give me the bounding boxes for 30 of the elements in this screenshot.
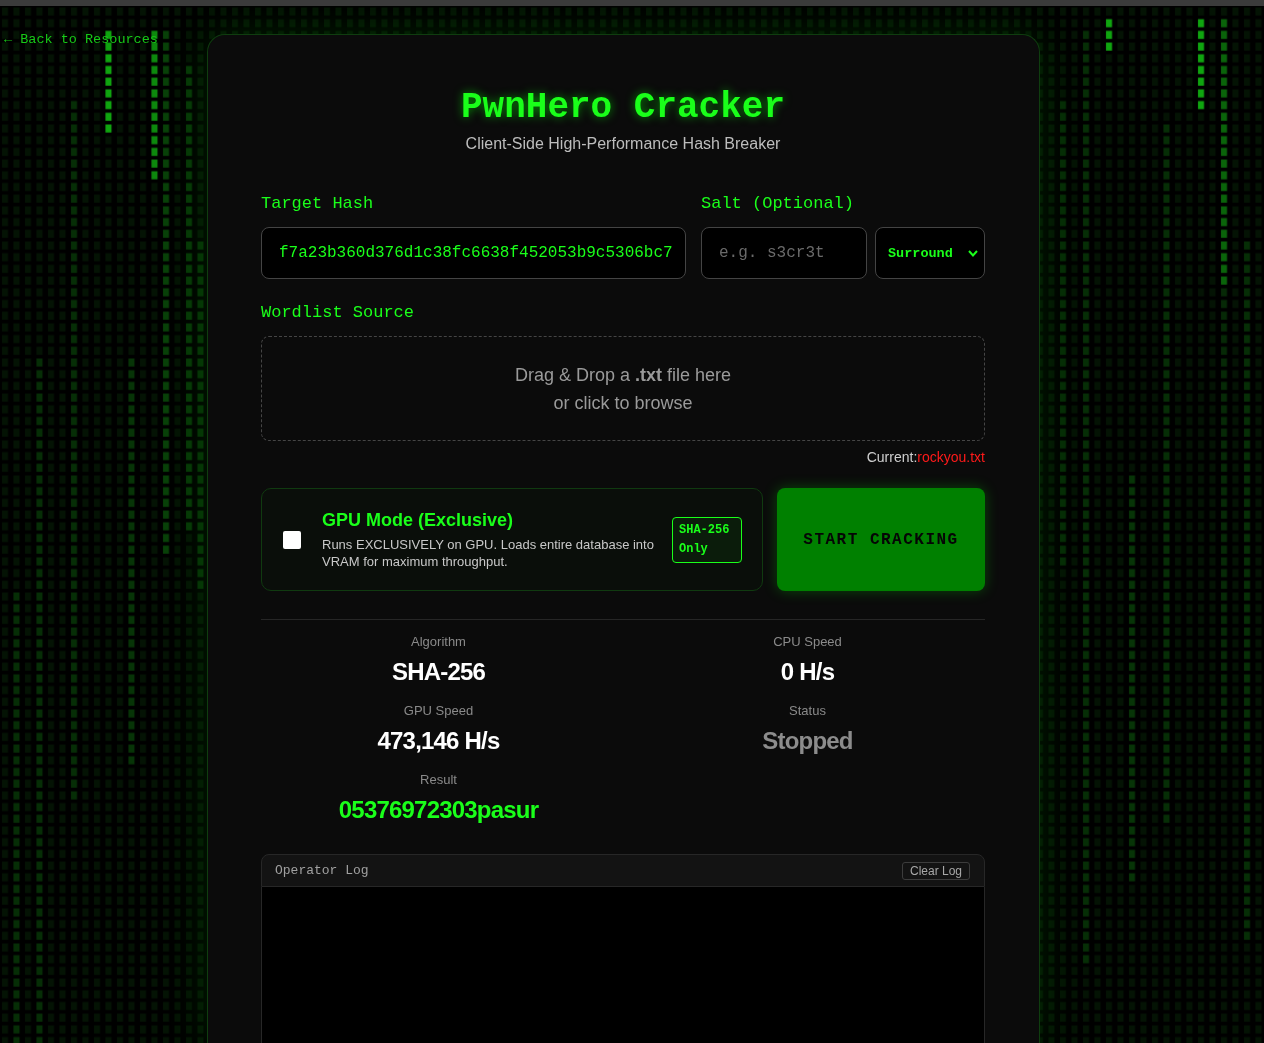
stat-value: 05376972303pasur [338, 796, 539, 824]
current-file-label: Current: [866, 449, 918, 465]
gpu-mode-title: GPU Mode (Exclusive) [322, 510, 515, 531]
gpu-mode-description: Runs EXCLUSIVELY on GPU. Loads entire database into VRAM for maximum throughput. [322, 536, 655, 570]
algorithm-badge: SHA-256 Only [672, 517, 742, 563]
stat-label: Result [420, 772, 457, 788]
start-cracking-button[interactable]: START CRACKING [777, 488, 985, 591]
stat-label: GPU Speed [403, 703, 474, 719]
stat-label: Status [789, 703, 826, 719]
salt-input[interactable]: e.g. s3cr3t [701, 227, 867, 279]
current-file-name: rockyou.txt [917, 449, 985, 465]
stat-value: 473,146 H/s [377, 727, 500, 755]
stat-value: SHA-256 [391, 658, 486, 686]
stat-label: Algorithm [411, 634, 466, 650]
field-label: Salt (Optional) [701, 194, 855, 214]
chevron-down-icon [968, 249, 978, 257]
back-link[interactable]: ← Back to Resources [4, 32, 158, 48]
clear-log-button[interactable]: Clear Log [901, 861, 970, 880]
hash-input[interactable]: f7a23b360d376d1c38fc6638f452053b9c5306bc7 [261, 227, 686, 279]
stat-label: CPU Speed [773, 634, 842, 650]
gpu-mode-checkbox[interactable] [283, 531, 301, 549]
field-label: Wordlist Source [261, 303, 415, 323]
stat-value: 0 H/s [780, 658, 835, 686]
app-title: PwnHero Cracker [460, 86, 786, 129]
stat-value: Stopped [762, 727, 853, 755]
log-title: Operator Log [275, 863, 369, 878]
app-subtitle: Client-Side High-Performance Hash Breaker [465, 135, 781, 153]
field-label: Target Hash [261, 194, 374, 214]
file-drop-zone[interactable]: Drag & Drop a .txt file here or click to browse [261, 336, 985, 441]
salt-mode-select[interactable]: Surround [875, 227, 985, 279]
